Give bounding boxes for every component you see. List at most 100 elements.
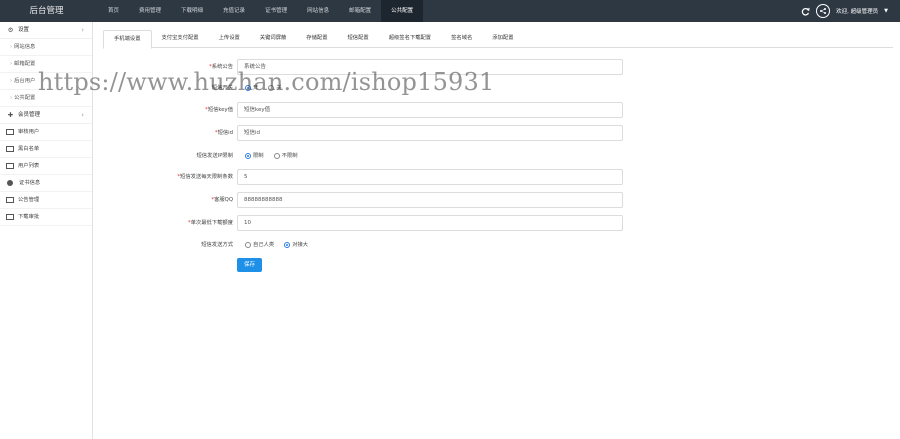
sidebar-item-announcements[interactable]: 公告管理	[0, 192, 92, 209]
avatar[interactable]	[816, 4, 831, 18]
form-row-qq: *客服QQ 88888888888	[103, 192, 633, 208]
notice-label: *系统公告	[209, 64, 233, 70]
sidebar: ⚙ 设置 › › 网站信息 › 邮箱配置 › 后台用户 › 公共配置 ✚ 会员管理 › …	[0, 22, 93, 439]
bullet-icon: ›	[10, 78, 13, 84]
monitor-icon	[6, 197, 14, 203]
nav-home[interactable]: 首页	[98, 0, 129, 22]
nav-recharge[interactable]: 充值记录	[213, 0, 255, 22]
sidebar-item-label: 黑白名单	[18, 145, 40, 152]
gear-icon	[7, 180, 13, 186]
send-mode-radios: 自己人类 对接大	[245, 237, 308, 253]
radio-sms-off[interactable]: 关	[268, 80, 282, 96]
key-label: *短信key值	[205, 107, 233, 113]
sidebar-item-label: 网站信息	[14, 44, 36, 50]
radio-no-limit[interactable]: 不限制	[273, 148, 298, 164]
save-button[interactable]: 保存	[237, 258, 262, 272]
nav-public-config[interactable]: 公共配置	[381, 0, 424, 22]
qq-input[interactable]: 88888888888	[237, 192, 623, 208]
sidebar-item-download-approval[interactable]: 下载审批	[0, 209, 92, 226]
sidebar-item-label: 用户列表	[18, 162, 40, 169]
refresh-icon[interactable]	[801, 7, 810, 16]
sidebar-item-mail-config[interactable]: › 邮箱配置	[0, 56, 92, 73]
sidebar-group-label: 设置	[18, 26, 30, 33]
tab-upload-settings[interactable]: 上传设置	[209, 30, 250, 48]
plus-move-icon: ✚	[7, 110, 14, 119]
config-tabs: 手机端设置 支付宝支付配置 上传设置 关键词屏蔽 存储配置 短信配置 超级签名下…	[103, 30, 893, 49]
sidebar-item-label: 审核用户	[18, 128, 40, 135]
sms-id-label: *短信id	[214, 130, 233, 136]
radio-partner[interactable]: 对接大	[284, 237, 308, 253]
sidebar-item-cert-info[interactable]: 证书信息	[0, 175, 92, 192]
monitor-icon	[6, 214, 14, 220]
gears-icon: ⚙	[7, 25, 14, 34]
tab-alipay-config[interactable]: 支付宝支付配置	[152, 30, 209, 48]
top-right-tools: 欢迎, 超级管理员 ▼	[801, 0, 888, 22]
form-row-ip-limit: 短信发送IP限制 限制 不限制	[103, 148, 633, 164]
tab-sign-domain[interactable]: 签名域名	[441, 30, 482, 48]
top-bar: 后台管理 首页 费用管理 下载明细 充值记录 证书管理 网站信息 邮箱配置 公共…	[0, 0, 900, 22]
send-mode-label: 短信发送方式	[201, 242, 233, 248]
key-input[interactable]: 短信key值	[237, 102, 623, 118]
sidebar-item-user-list[interactable]: 用户列表	[0, 158, 92, 175]
nav-mail-config[interactable]: 邮箱配置	[339, 0, 381, 22]
brand-title[interactable]: 后台管理	[0, 0, 93, 22]
top-nav: 首页 费用管理 下载明细 充值记录 证书管理 网站信息 邮箱配置 公共配置	[98, 0, 424, 22]
sidebar-group-members[interactable]: ✚ 会员管理 ›	[0, 107, 92, 124]
radio-limit[interactable]: 限制	[245, 148, 264, 164]
bullet-icon: ›	[10, 44, 13, 50]
sidebar-item-review-users[interactable]: 审核用户	[0, 124, 92, 141]
tab-sms-config[interactable]: 短信配置	[338, 30, 379, 48]
form-row-sms-id: *短信id 短信id	[103, 125, 633, 141]
sidebar-item-label: 公告管理	[18, 196, 40, 203]
sidebar-group-settings[interactable]: ⚙ 设置 ›	[0, 22, 92, 39]
form-row-notice: *系统公告 系统公告	[103, 59, 633, 75]
tab-mobile-settings[interactable]: 手机端设置	[103, 30, 152, 49]
ip-count-label: *短信发送每天限制条数	[177, 174, 233, 180]
radio-self[interactable]: 自己人类	[245, 237, 274, 253]
ip-limit-radios: 限制 不限制	[245, 148, 298, 164]
nav-certificates[interactable]: 证书管理	[255, 0, 297, 22]
sidebar-group-label: 会员管理	[18, 111, 41, 118]
tab-storage-config[interactable]: 存储配置	[296, 30, 337, 48]
sidebar-item-label: 下载审批	[18, 213, 40, 220]
form-row-sms-switch: 短信开关 开 关	[103, 80, 633, 96]
ip-limit-label: 短信发送IP限制	[196, 153, 233, 159]
nav-site-info[interactable]: 网站信息	[297, 0, 339, 22]
qq-label: *客服QQ	[211, 197, 233, 203]
user-name[interactable]: 欢迎, 超级管理员	[836, 7, 878, 15]
sidebar-item-admin-users[interactable]: › 后台用户	[0, 73, 92, 90]
chevron-right-icon: ›	[81, 111, 84, 119]
sidebar-item-public-config[interactable]: › 公共配置	[0, 90, 92, 107]
tab-add-config[interactable]: 添加配置	[482, 30, 523, 48]
notice-input[interactable]: 系统公告	[237, 59, 623, 75]
tab-super-sign-download[interactable]: 超级签名下载配置	[379, 30, 441, 48]
sidebar-item-label: 后台用户	[14, 78, 36, 84]
ip-count-input[interactable]: 5	[237, 169, 623, 185]
form-row-send-mode: 短信发送方式 自己人类 对接大	[103, 237, 633, 253]
sidebar-item-label: 证书信息	[19, 179, 41, 186]
caret-down-icon[interactable]: ▼	[884, 8, 888, 14]
sidebar-item-site-info[interactable]: › 网站信息	[0, 39, 92, 56]
bullet-icon: ›	[10, 95, 13, 101]
monitor-icon	[6, 163, 14, 169]
bullet-icon: ›	[10, 61, 13, 67]
min-credit-label: *单次最低下载额度	[187, 220, 233, 226]
share-icon	[820, 7, 827, 15]
radio-sms-on[interactable]: 开	[245, 80, 258, 96]
sidebar-item-blacklist[interactable]: 黑白名单	[0, 141, 92, 158]
form-row-key: *短信key值 短信key值	[103, 102, 633, 118]
min-credit-input[interactable]: 10	[237, 215, 623, 231]
monitor-icon	[6, 146, 14, 152]
chevron-right-icon: ›	[81, 26, 84, 34]
sidebar-item-label: 公共配置	[14, 95, 36, 101]
monitor-icon	[6, 129, 14, 135]
nav-fees[interactable]: 费用管理	[129, 0, 171, 22]
sms-switch-label: 短信开关	[211, 85, 233, 91]
nav-downloads[interactable]: 下载明细	[171, 0, 213, 22]
sidebar-item-label: 邮箱配置	[14, 61, 36, 67]
sms-id-input[interactable]: 短信id	[237, 125, 623, 141]
sms-switch-radios: 开 关	[245, 80, 282, 96]
form-row-ip-count: *短信发送每天限制条数 5	[103, 169, 633, 185]
tab-keyword-block[interactable]: 关键词屏蔽	[250, 30, 297, 48]
form-row-min-credit: *单次最低下载额度 10	[103, 215, 633, 231]
